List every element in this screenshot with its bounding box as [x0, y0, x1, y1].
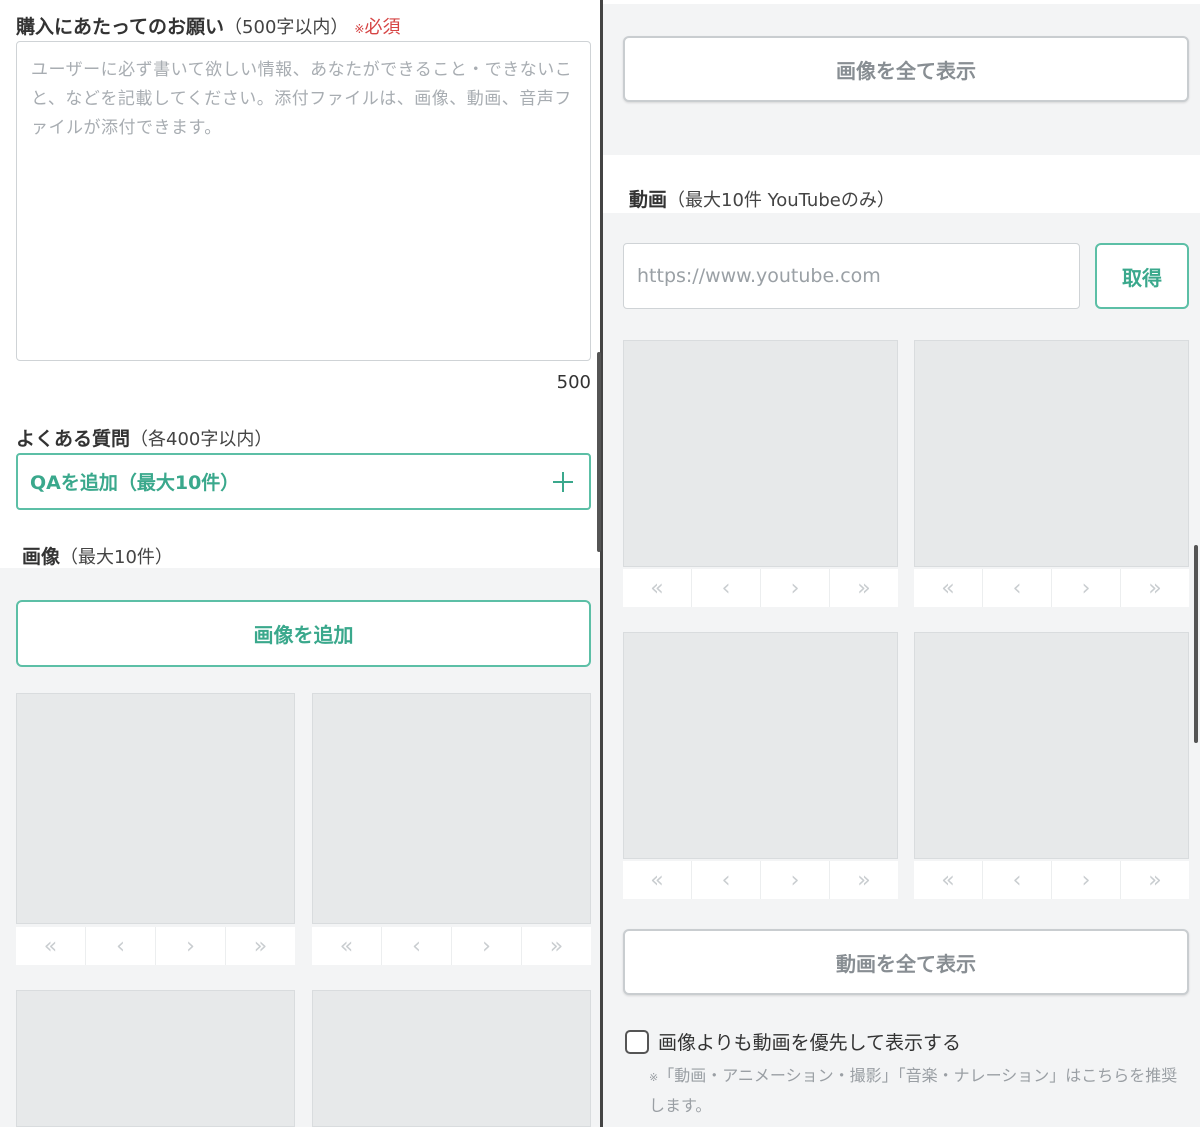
fetch-button[interactable]: 取得	[1095, 243, 1189, 309]
first-icon[interactable]: «	[914, 569, 983, 607]
add-qa-button[interactable]: QAを追加（最大10件）	[16, 453, 591, 510]
video-thumbnail-nav: « ‹ › »	[623, 569, 898, 607]
image-thumbnail-nav: « ‹ › »	[16, 927, 295, 965]
plus-icon	[553, 471, 573, 492]
last-icon[interactable]: »	[226, 927, 295, 965]
add-image-button[interactable]: 画像を追加	[16, 600, 591, 667]
last-icon[interactable]: »	[830, 569, 898, 607]
next-icon[interactable]: ›	[761, 861, 830, 899]
video-title: 動画	[629, 189, 668, 211]
video-limit: （最大10件 YouTubeのみ）	[667, 190, 895, 211]
last-icon[interactable]: »	[1121, 569, 1189, 607]
image-title: 画像	[22, 546, 61, 568]
video-thumbnail[interactable]	[623, 632, 898, 859]
video-priority-note: ※「動画・アニメーション・撮影」「音楽・ナレーション」はこちらを推奨します。	[649, 1062, 1189, 1120]
screen: 購入にあたってのお願い （500字以内） ※必須 500 よくある質問 （各40…	[0, 0, 1200, 1127]
required-text: 必須	[364, 17, 401, 38]
required-mark: ※	[354, 22, 365, 36]
video-thumbnail-nav: « ‹ › »	[623, 861, 898, 899]
last-icon[interactable]: »	[1121, 861, 1189, 899]
next-icon[interactable]: ›	[761, 569, 830, 607]
video-thumbnail[interactable]	[623, 340, 898, 567]
prev-icon[interactable]: ‹	[382, 927, 452, 965]
next-icon[interactable]: ›	[452, 927, 522, 965]
prev-icon[interactable]: ‹	[983, 861, 1052, 899]
prev-icon[interactable]: ‹	[692, 861, 761, 899]
image-limit: （最大10件）	[60, 547, 173, 568]
purchase-request-label: 購入にあたってのお願い （500字以内） ※必須	[16, 12, 400, 39]
required-badge: ※必須	[354, 13, 400, 39]
next-icon[interactable]: ›	[1052, 861, 1121, 899]
last-icon[interactable]: »	[522, 927, 591, 965]
image-label: 画像 （最大10件）	[22, 542, 173, 569]
first-icon[interactable]: «	[623, 569, 692, 607]
prev-icon[interactable]: ‹	[86, 927, 156, 965]
show-all-videos-button[interactable]: 動画を全て表示	[623, 929, 1189, 995]
faq-limit: （各400字以内）	[130, 429, 273, 450]
image-thumbnail[interactable]	[312, 693, 591, 924]
show-all-videos-label: 動画を全て表示	[836, 951, 976, 976]
fetch-label: 取得	[1122, 265, 1162, 290]
left-pane: 購入にあたってのお願い （500字以内） ※必須 500 よくある質問 （各40…	[0, 0, 600, 1127]
purchase-request-title: 購入にあたってのお願い	[16, 16, 225, 38]
first-icon[interactable]: «	[312, 927, 382, 965]
purchase-request-limit: （500字以内）	[224, 17, 349, 38]
show-all-images-button[interactable]: 画像を全て表示	[623, 36, 1189, 102]
purchase-request-textarea[interactable]	[16, 41, 591, 361]
note-mark: ※	[649, 1071, 659, 1084]
youtube-url-input[interactable]	[623, 243, 1080, 309]
image-thumbnail[interactable]	[16, 693, 295, 924]
first-icon[interactable]: «	[623, 861, 692, 899]
video-label: 動画 （最大10件 YouTubeのみ）	[629, 185, 895, 212]
note-text: 「動画・アニメーション・撮影」「音楽・ナレーション」はこちらを推奨します。	[649, 1066, 1178, 1115]
faq-title: よくある質問	[16, 428, 131, 450]
next-icon[interactable]: ›	[156, 927, 226, 965]
video-priority-label[interactable]: 画像よりも動画を優先して表示する	[658, 1028, 961, 1055]
image-thumbnail[interactable]	[16, 990, 295, 1127]
next-icon[interactable]: ›	[1052, 569, 1121, 607]
video-priority-row: 画像よりも動画を優先して表示する	[625, 1028, 961, 1055]
first-icon[interactable]: «	[16, 927, 86, 965]
faq-label: よくある質問 （各400字以内）	[16, 424, 272, 451]
right-pane: 画像を全て表示 動画 （最大10件 YouTubeのみ） 取得 « ‹ › » …	[603, 0, 1200, 1127]
last-icon[interactable]: »	[830, 861, 898, 899]
image-thumbnail[interactable]	[312, 990, 591, 1127]
add-qa-label: QAを追加（最大10件）	[30, 472, 240, 494]
video-thumbnail[interactable]	[914, 632, 1189, 859]
prev-icon[interactable]: ‹	[983, 569, 1052, 607]
show-all-images-label: 画像を全て表示	[836, 58, 976, 83]
add-image-label: 画像を追加	[253, 623, 354, 647]
video-priority-checkbox[interactable]	[625, 1029, 649, 1054]
char-count: 500	[556, 372, 591, 393]
right-scrollbar[interactable]	[1194, 545, 1198, 743]
video-thumbnail[interactable]	[914, 340, 1189, 567]
video-thumbnail-nav: « ‹ › »	[914, 861, 1189, 899]
left-scrollbar[interactable]	[597, 352, 601, 552]
top-strip	[603, 0, 1200, 4]
first-icon[interactable]: «	[914, 861, 983, 899]
image-thumbnail-nav: « ‹ › »	[312, 927, 591, 965]
prev-icon[interactable]: ‹	[692, 569, 761, 607]
video-thumbnail-nav: « ‹ › »	[914, 569, 1189, 607]
